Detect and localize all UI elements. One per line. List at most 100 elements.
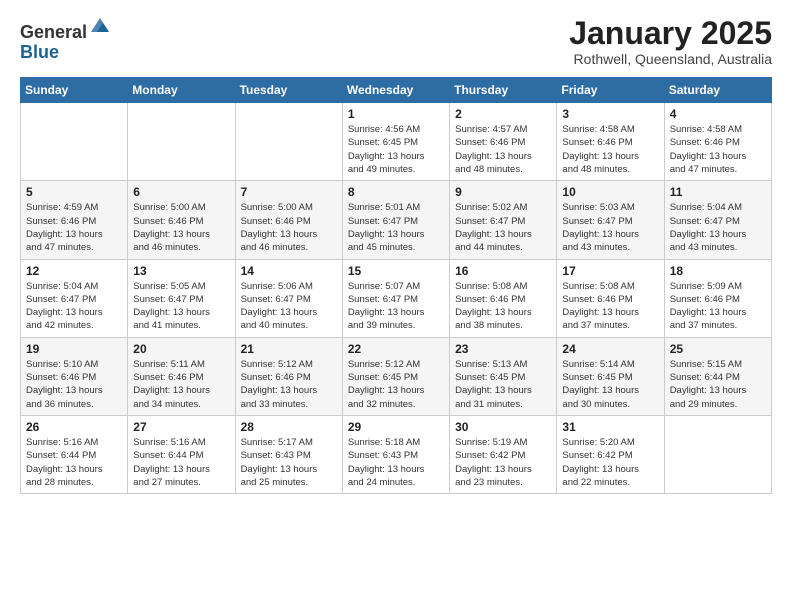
- calendar-cell: [21, 103, 128, 181]
- day-number: 27: [133, 420, 229, 434]
- day-info: Sunrise: 5:06 AM Sunset: 6:47 PM Dayligh…: [241, 280, 337, 333]
- calendar-cell: 5 Sunrise: 4:59 AM Sunset: 6:46 PM Daylig…: [21, 181, 128, 259]
- calendar-header-row: SundayMondayTuesdayWednesdayThursdayFrid…: [21, 78, 772, 103]
- day-number: 2: [455, 107, 551, 121]
- calendar-cell: 23 Sunrise: 5:13 AM Sunset: 6:45 PM Dayli…: [450, 337, 557, 415]
- day-number: 31: [562, 420, 658, 434]
- day-number: 18: [670, 264, 766, 278]
- calendar-cell: [128, 103, 235, 181]
- day-info: Sunrise: 5:19 AM Sunset: 6:42 PM Dayligh…: [455, 436, 551, 489]
- day-number: 3: [562, 107, 658, 121]
- day-number: 16: [455, 264, 551, 278]
- calendar-cell: 27 Sunrise: 5:16 AM Sunset: 6:44 PM Dayli…: [128, 415, 235, 493]
- calendar-table: SundayMondayTuesdayWednesdayThursdayFrid…: [20, 77, 772, 494]
- day-number: 14: [241, 264, 337, 278]
- day-info: Sunrise: 5:16 AM Sunset: 6:44 PM Dayligh…: [133, 436, 229, 489]
- calendar-cell: 10Sunrise: 5:03 AM Sunset: 6:47 PM Dayli…: [557, 181, 664, 259]
- calendar-cell: 20 Sunrise: 5:11 AM Sunset: 6:46 PM Dayli…: [128, 337, 235, 415]
- day-number: 15: [348, 264, 444, 278]
- day-info: Sunrise: 5:05 AM Sunset: 6:47 PM Dayligh…: [133, 280, 229, 333]
- day-info: Sunrise: 5:16 AM Sunset: 6:44 PM Dayligh…: [26, 436, 122, 489]
- day-info: Sunrise: 5:00 AM Sunset: 6:46 PM Dayligh…: [133, 201, 229, 254]
- day-info: Sunrise: 5:09 AM Sunset: 6:46 PM Dayligh…: [670, 280, 766, 333]
- day-info: Sunrise: 5:08 AM Sunset: 6:46 PM Dayligh…: [562, 280, 658, 333]
- calendar-cell: 30Sunrise: 5:19 AM Sunset: 6:42 PM Dayli…: [450, 415, 557, 493]
- calendar-cell: 13Sunrise: 5:05 AM Sunset: 6:47 PM Dayli…: [128, 259, 235, 337]
- day-number: 25: [670, 342, 766, 356]
- day-number: 5: [26, 185, 122, 199]
- day-info: Sunrise: 5:07 AM Sunset: 6:47 PM Dayligh…: [348, 280, 444, 333]
- day-of-week-header: Saturday: [664, 78, 771, 103]
- logo: General Blue: [20, 16, 111, 63]
- day-number: 20: [133, 342, 229, 356]
- day-number: 6: [133, 185, 229, 199]
- day-of-week-header: Sunday: [21, 78, 128, 103]
- header: General Blue January 2025 Rothwell, Quee…: [20, 16, 772, 67]
- calendar-cell: [664, 415, 771, 493]
- day-number: 10: [562, 185, 658, 199]
- calendar-cell: 14 Sunrise: 5:06 AM Sunset: 6:47 PM Dayli…: [235, 259, 342, 337]
- day-info: Sunrise: 4:59 AM Sunset: 6:46 PM Dayligh…: [26, 201, 122, 254]
- calendar-cell: 4 Sunrise: 4:58 AM Sunset: 6:46 PM Daylig…: [664, 103, 771, 181]
- day-info: Sunrise: 5:15 AM Sunset: 6:44 PM Dayligh…: [670, 358, 766, 411]
- calendar-cell: 3Sunrise: 4:58 AM Sunset: 6:46 PM Daylig…: [557, 103, 664, 181]
- day-number: 19: [26, 342, 122, 356]
- day-info: Sunrise: 5:13 AM Sunset: 6:45 PM Dayligh…: [455, 358, 551, 411]
- calendar-cell: 9 Sunrise: 5:02 AM Sunset: 6:47 PM Daylig…: [450, 181, 557, 259]
- calendar-cell: 8 Sunrise: 5:01 AM Sunset: 6:47 PM Daylig…: [342, 181, 449, 259]
- calendar-week-row: 19Sunrise: 5:10 AM Sunset: 6:46 PM Dayli…: [21, 337, 772, 415]
- day-number: 11: [670, 185, 766, 199]
- logo-general: General: [20, 22, 87, 42]
- calendar-cell: 26 Sunrise: 5:16 AM Sunset: 6:44 PM Dayli…: [21, 415, 128, 493]
- day-info: Sunrise: 4:58 AM Sunset: 6:46 PM Dayligh…: [670, 123, 766, 176]
- day-of-week-header: Thursday: [450, 78, 557, 103]
- calendar-week-row: 26 Sunrise: 5:16 AM Sunset: 6:44 PM Dayli…: [21, 415, 772, 493]
- calendar-cell: 1 Sunrise: 4:56 AM Sunset: 6:45 PM Daylig…: [342, 103, 449, 181]
- day-info: Sunrise: 5:02 AM Sunset: 6:47 PM Dayligh…: [455, 201, 551, 254]
- day-info: Sunrise: 5:01 AM Sunset: 6:47 PM Dayligh…: [348, 201, 444, 254]
- calendar-cell: 25 Sunrise: 5:15 AM Sunset: 6:44 PM Dayli…: [664, 337, 771, 415]
- day-info: Sunrise: 5:00 AM Sunset: 6:46 PM Dayligh…: [241, 201, 337, 254]
- day-number: 4: [670, 107, 766, 121]
- day-number: 9: [455, 185, 551, 199]
- day-info: Sunrise: 5:04 AM Sunset: 6:47 PM Dayligh…: [670, 201, 766, 254]
- calendar-cell: 12Sunrise: 5:04 AM Sunset: 6:47 PM Dayli…: [21, 259, 128, 337]
- logo-text: General: [20, 16, 111, 43]
- day-number: 17: [562, 264, 658, 278]
- day-number: 21: [241, 342, 337, 356]
- day-info: Sunrise: 5:04 AM Sunset: 6:47 PM Dayligh…: [26, 280, 122, 333]
- day-info: Sunrise: 5:17 AM Sunset: 6:43 PM Dayligh…: [241, 436, 337, 489]
- day-of-week-header: Wednesday: [342, 78, 449, 103]
- day-of-week-header: Monday: [128, 78, 235, 103]
- day-info: Sunrise: 5:14 AM Sunset: 6:45 PM Dayligh…: [562, 358, 658, 411]
- title-block: January 2025 Rothwell, Queensland, Austr…: [569, 16, 772, 67]
- calendar-cell: 17 Sunrise: 5:08 AM Sunset: 6:46 PM Dayli…: [557, 259, 664, 337]
- day-of-week-header: Tuesday: [235, 78, 342, 103]
- day-number: 28: [241, 420, 337, 434]
- day-number: 1: [348, 107, 444, 121]
- day-info: Sunrise: 5:11 AM Sunset: 6:46 PM Dayligh…: [133, 358, 229, 411]
- logo-blue-text: Blue: [20, 43, 111, 63]
- page: General Blue January 2025 Rothwell, Quee…: [0, 0, 792, 510]
- calendar-cell: [235, 103, 342, 181]
- day-number: 22: [348, 342, 444, 356]
- calendar-cell: 28 Sunrise: 5:17 AM Sunset: 6:43 PM Dayli…: [235, 415, 342, 493]
- day-of-week-header: Friday: [557, 78, 664, 103]
- day-info: Sunrise: 5:20 AM Sunset: 6:42 PM Dayligh…: [562, 436, 658, 489]
- calendar-cell: 19Sunrise: 5:10 AM Sunset: 6:46 PM Dayli…: [21, 337, 128, 415]
- calendar-cell: 29Sunrise: 5:18 AM Sunset: 6:43 PM Dayli…: [342, 415, 449, 493]
- day-number: 8: [348, 185, 444, 199]
- day-number: 7: [241, 185, 337, 199]
- logo-blue-label: Blue: [20, 42, 59, 62]
- calendar-cell: 6 Sunrise: 5:00 AM Sunset: 6:46 PM Daylig…: [128, 181, 235, 259]
- day-number: 26: [26, 420, 122, 434]
- calendar-cell: 21Sunrise: 5:12 AM Sunset: 6:46 PM Dayli…: [235, 337, 342, 415]
- day-number: 29: [348, 420, 444, 434]
- logo-icon: [89, 14, 111, 36]
- calendar-cell: 11 Sunrise: 5:04 AM Sunset: 6:47 PM Dayli…: [664, 181, 771, 259]
- day-info: Sunrise: 4:56 AM Sunset: 6:45 PM Dayligh…: [348, 123, 444, 176]
- calendar-cell: 15 Sunrise: 5:07 AM Sunset: 6:47 PM Dayli…: [342, 259, 449, 337]
- day-number: 23: [455, 342, 551, 356]
- calendar-cell: 16Sunrise: 5:08 AM Sunset: 6:46 PM Dayli…: [450, 259, 557, 337]
- location-subtitle: Rothwell, Queensland, Australia: [569, 51, 772, 67]
